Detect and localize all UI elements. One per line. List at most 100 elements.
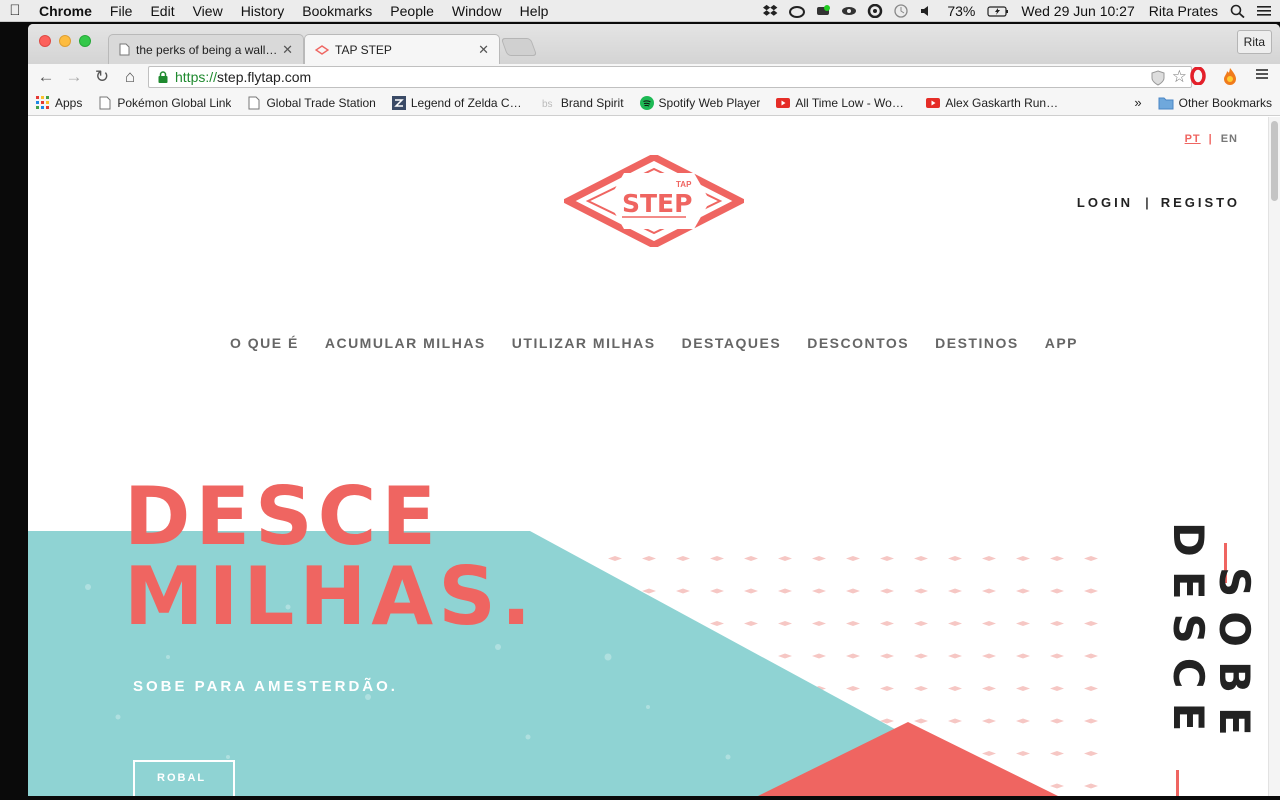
vertical-text-desce: DESCE bbox=[1166, 522, 1213, 745]
nav-utilizar-milhas[interactable]: UTILIZAR MILHAS bbox=[512, 335, 656, 351]
nav-app[interactable]: APP bbox=[1045, 335, 1078, 351]
youtube-icon bbox=[776, 97, 791, 108]
target-icon[interactable] bbox=[867, 4, 883, 18]
bookmark-star-icon[interactable]: ☆ bbox=[1172, 67, 1187, 87]
lock-icon bbox=[158, 71, 168, 83]
hero-cta-button[interactable]: ROBAL bbox=[133, 760, 235, 796]
menu-edit[interactable]: Edit bbox=[141, 3, 183, 19]
tap-step-logo[interactable]: TAP STEP bbox=[564, 155, 744, 247]
chrome-menu-icon[interactable] bbox=[1252, 67, 1272, 87]
apple-menu-icon[interactable]:  bbox=[0, 2, 30, 19]
hero-headline: DESCE MILHAS. bbox=[124, 477, 536, 637]
profile-button[interactable]: Rita bbox=[1236, 30, 1272, 54]
menu-bookmarks[interactable]: Bookmarks bbox=[293, 3, 381, 19]
bookmark-brand-spirit[interactable]: bs Brand Spirit bbox=[534, 96, 632, 110]
window-maximize-button[interactable] bbox=[79, 35, 91, 47]
bookmark-all-time-low[interactable]: All Time Low - Wonders bbox=[768, 96, 918, 110]
nav-acumular-milhas[interactable]: ACUMULAR MILHAS bbox=[325, 335, 486, 351]
url-host: step.flytap.com bbox=[217, 69, 312, 85]
battery-icon[interactable] bbox=[987, 4, 1009, 18]
auth-separator: | bbox=[1145, 195, 1149, 210]
hero-line-2: MILHAS. bbox=[124, 550, 537, 643]
tab-title: TAP STEP bbox=[335, 42, 392, 57]
tab-wallflower[interactable]: the perks of being a wallflower ✕ bbox=[108, 34, 304, 64]
menu-view[interactable]: View bbox=[184, 3, 232, 19]
vertical-slogan: DESCE SOBE bbox=[1166, 522, 1256, 750]
opera-icon[interactable] bbox=[1188, 66, 1208, 87]
page-icon bbox=[119, 43, 130, 56]
scrollbar-thumb[interactable] bbox=[1271, 121, 1278, 201]
bookmark-zelda[interactable]: Legend of Zelda Com bbox=[384, 95, 534, 110]
spotlight-search-icon[interactable] bbox=[1230, 4, 1246, 18]
browser-toolbar: ← → ↻ ⌂ https://step.flytap.com ☆ bbox=[28, 64, 1280, 90]
logo-main-text: STEP bbox=[622, 189, 692, 218]
folder-icon bbox=[1158, 97, 1174, 109]
shield-icon[interactable] bbox=[1151, 70, 1165, 86]
menu-file[interactable]: File bbox=[101, 3, 142, 19]
youtube-icon bbox=[926, 97, 941, 108]
user-name[interactable]: Rita Prates bbox=[1142, 3, 1225, 19]
bookmark-apps[interactable]: Apps bbox=[28, 95, 90, 110]
bookmark-label: Legend of Zelda Com bbox=[410, 95, 526, 110]
bookmark-alex-gaskarth[interactable]: Alex Gaskarth Running bbox=[918, 96, 1068, 110]
new-tab-button[interactable] bbox=[500, 38, 538, 56]
bookmark-label: Apps bbox=[55, 95, 83, 110]
register-link[interactable]: REGISTO bbox=[1161, 195, 1240, 210]
apps-grid-icon bbox=[36, 95, 49, 109]
macos-menubar:  Chrome File Edit View History Bookmark… bbox=[0, 0, 1280, 22]
tap-step-favicon-icon bbox=[315, 44, 329, 55]
bookmark-label: Pokémon Global Link bbox=[117, 95, 232, 110]
tab-tap-step[interactable]: TAP STEP ✕ bbox=[304, 34, 500, 64]
auth-links: LOGIN | REGISTO bbox=[1077, 195, 1240, 210]
notification-center-icon[interactable] bbox=[1256, 4, 1272, 18]
nav-destinos[interactable]: DESTINOS bbox=[935, 335, 1019, 351]
window-minimize-button[interactable] bbox=[59, 35, 71, 47]
address-bar[interactable]: https://step.flytap.com ☆ bbox=[148, 66, 1192, 88]
zelda-icon bbox=[391, 95, 406, 110]
spotify-icon bbox=[639, 95, 654, 110]
back-arrow-icon[interactable]: ← bbox=[32, 67, 60, 87]
bookmark-other-bookmarks[interactable]: Other Bookmarks bbox=[1150, 96, 1280, 110]
bookmark-global-trade-station[interactable]: Global Trade Station bbox=[239, 96, 383, 110]
creative-cloud-icon[interactable] bbox=[789, 4, 806, 18]
forward-arrow-icon[interactable]: → bbox=[60, 67, 88, 87]
window-close-button[interactable] bbox=[39, 35, 51, 47]
bookmark-pokemon-global-link[interactable]: Pokémon Global Link bbox=[90, 96, 239, 110]
nav-descontos[interactable]: DESCONTOS bbox=[807, 335, 909, 351]
flame-extension-icon[interactable] bbox=[1220, 67, 1240, 87]
menu-people[interactable]: People bbox=[381, 3, 443, 19]
menu-app-name[interactable]: Chrome bbox=[30, 3, 101, 19]
time-machine-icon[interactable] bbox=[893, 4, 909, 18]
eye-icon[interactable] bbox=[841, 4, 857, 18]
vertical-text-sobe: SOBE bbox=[1210, 567, 1256, 750]
home-icon[interactable]: ⌂ bbox=[116, 67, 144, 87]
menu-window[interactable]: Window bbox=[443, 3, 511, 19]
menu-help[interactable]: Help bbox=[511, 3, 558, 19]
be-icon: bs bbox=[542, 99, 553, 110]
clock[interactable]: Wed 29 Jun 10:27 bbox=[1014, 3, 1141, 19]
bookmark-label: All Time Low - Wonders bbox=[795, 95, 911, 110]
main-navigation: O QUE É ACUMULAR MILHAS UTILIZAR MILHAS … bbox=[28, 335, 1280, 351]
page-scrollbar[interactable] bbox=[1268, 117, 1280, 796]
hero-banner: DESCE MILHAS. SOBE PARA AMESTERDÃO. ROBA… bbox=[28, 457, 1280, 796]
bookmark-label: Spotify Web Player bbox=[658, 95, 761, 110]
tab-close-icon[interactable]: ✕ bbox=[478, 42, 489, 58]
lang-pt-link[interactable]: PT bbox=[1185, 133, 1201, 145]
sync-icon[interactable] bbox=[815, 4, 831, 18]
bookmark-spotify[interactable]: Spotify Web Player bbox=[632, 95, 769, 110]
volume-icon[interactable] bbox=[919, 4, 935, 18]
browser-window: the perks of being a wallflower ✕ TAP ST… bbox=[28, 24, 1280, 796]
dropbox-icon[interactable] bbox=[763, 4, 779, 18]
svg-text:bs: bs bbox=[542, 99, 553, 110]
bookmarks-overflow-chevron-icon[interactable]: » bbox=[1126, 95, 1149, 110]
nav-destaques[interactable]: DESTAQUES bbox=[682, 335, 782, 351]
bookmarks-bar: Apps Pokémon Global Link Global Trade St… bbox=[28, 90, 1280, 116]
nav-o-que-e[interactable]: O QUE É bbox=[230, 335, 299, 351]
url-scheme: https:// bbox=[175, 69, 218, 85]
menu-history[interactable]: History bbox=[232, 3, 294, 19]
lang-en-link[interactable]: EN bbox=[1221, 133, 1238, 145]
battery-percent[interactable]: 73% bbox=[940, 3, 982, 19]
tab-close-icon[interactable]: ✕ bbox=[282, 42, 293, 58]
login-link[interactable]: LOGIN bbox=[1077, 195, 1133, 210]
reload-icon[interactable]: ↻ bbox=[88, 67, 116, 87]
